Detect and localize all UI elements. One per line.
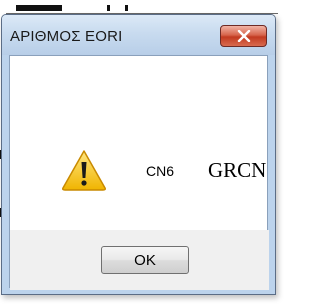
message-box: ΑΡΙΘΜΟΣ EORI CN6 GRCN OK [1, 14, 276, 295]
background-text-fragment [107, 5, 110, 11]
dialog-title: ΑΡΙΘΜΟΣ EORI [10, 28, 123, 45]
warning-icon [61, 149, 107, 191]
button-bar: OK [10, 230, 269, 290]
close-button[interactable] [220, 25, 267, 47]
background-text-fragment [16, 5, 62, 11]
message-code-text: CN6 [146, 163, 175, 179]
close-icon [237, 30, 251, 42]
background-text-fragment [125, 5, 128, 11]
ok-button[interactable]: OK [101, 246, 189, 274]
message-value-text: GRCN [208, 158, 267, 182]
title-bar[interactable]: ΑΡΙΘΜΟΣ EORI [2, 15, 275, 55]
